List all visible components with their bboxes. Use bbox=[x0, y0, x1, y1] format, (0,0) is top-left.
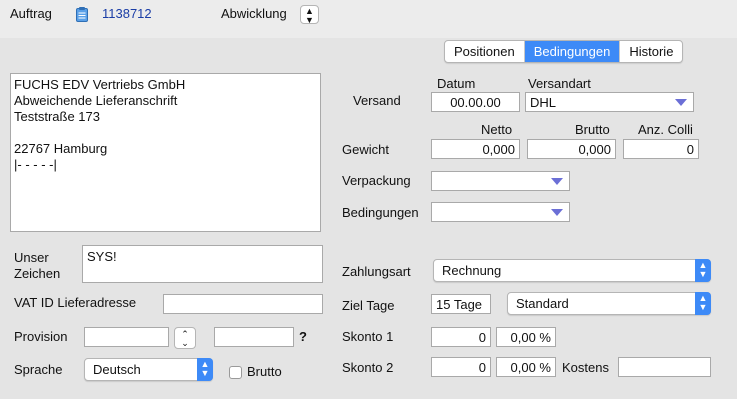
provision-help[interactable]: ? bbox=[299, 329, 307, 344]
address-line: Teststraße 173 bbox=[14, 109, 100, 124]
netto-header: Netto bbox=[481, 122, 513, 137]
unser-zeichen-field[interactable]: SYS! bbox=[82, 245, 323, 283]
datum-header: Datum bbox=[437, 76, 476, 91]
brutto-checkbox-label: Brutto bbox=[247, 364, 282, 379]
dropdown-arrow-icon bbox=[551, 178, 563, 185]
colli-header: Anz. Colli bbox=[638, 122, 693, 137]
dropdown-arrow-icon bbox=[675, 99, 687, 106]
tab-positionen[interactable]: Positionen bbox=[445, 41, 525, 62]
ziel-tage-field[interactable]: 15 Tage bbox=[431, 294, 491, 314]
vat-id-field[interactable] bbox=[163, 294, 323, 314]
verpackung-label: Verpackung bbox=[342, 173, 411, 188]
sprache-select[interactable]: Deutsch ▲ ▼ bbox=[84, 358, 213, 381]
colli-field[interactable]: 0 bbox=[623, 139, 699, 159]
address-line bbox=[14, 125, 317, 141]
verpackung-popup[interactable] bbox=[431, 171, 570, 191]
kostens-field[interactable] bbox=[618, 357, 711, 377]
provision-stepper[interactable]: ⌃ ⌄ bbox=[174, 327, 196, 349]
brutto-field[interactable]: 0,000 bbox=[527, 139, 616, 159]
skonto1-days-field[interactable]: 0 bbox=[431, 327, 491, 347]
address-line: 22767 Hamburg bbox=[14, 141, 108, 156]
versandart-header: Versandart bbox=[528, 76, 591, 91]
skonto2-label: Skonto 2 bbox=[342, 360, 394, 375]
skonto1-label: Skonto 1 bbox=[342, 329, 394, 344]
skonto2-pct-field[interactable]: 0,00 % bbox=[496, 357, 556, 377]
tab-bedingungen[interactable]: Bedingungen bbox=[524, 41, 621, 62]
delivery-address-textarea[interactable]: FUCHS EDV Vertriebs GmbH Abweichende Lie… bbox=[10, 73, 321, 232]
order-number[interactable]: 1138712 bbox=[102, 6, 152, 21]
clipboard-icon[interactable] bbox=[76, 7, 88, 22]
abwicklung-stepper[interactable]: ▲ ▼ bbox=[300, 5, 319, 25]
address-line: FUCHS EDV Vertriebs GmbH bbox=[14, 77, 186, 92]
provision-field[interactable] bbox=[84, 327, 169, 347]
bedingungen-popup[interactable] bbox=[431, 202, 570, 222]
versand-label: Versand bbox=[353, 93, 401, 108]
tab-historie[interactable]: Historie bbox=[620, 41, 682, 62]
zahlungsart-label: Zahlungsart bbox=[342, 264, 411, 279]
ziel-mode-select[interactable]: Standard ▲ ▼ bbox=[507, 292, 711, 315]
tab-bar: Positionen Bedingungen Historie bbox=[444, 40, 684, 63]
gewicht-label: Gewicht bbox=[342, 142, 389, 157]
vat-id-label: VAT ID Lieferadresse bbox=[14, 295, 137, 310]
ziel-tage-label: Ziel Tage bbox=[342, 298, 395, 313]
abwicklung-label: Abwicklung bbox=[221, 6, 287, 21]
chevron-down-icon: ⌄ bbox=[181, 338, 189, 348]
select-arrows-icon: ▲ ▼ bbox=[197, 358, 213, 381]
kostens-label: Kostens bbox=[562, 360, 609, 375]
skonto1-pct-field[interactable]: 0,00 % bbox=[496, 327, 556, 347]
dropdown-arrow-icon bbox=[551, 209, 563, 216]
datum-field[interactable]: 00.00.00 bbox=[431, 92, 520, 112]
zahlungsart-select[interactable]: Rechnung ▲ ▼ bbox=[433, 259, 711, 282]
skonto2-days-field[interactable]: 0 bbox=[431, 357, 491, 377]
zahlungsart-value: Rechnung bbox=[442, 263, 502, 278]
sprache-value: Deutsch bbox=[93, 362, 141, 377]
brutto-header: Brutto bbox=[575, 122, 610, 137]
select-arrows-icon: ▲ ▼ bbox=[695, 292, 711, 315]
versandart-value: DHL bbox=[530, 95, 557, 110]
auftrag-label: Auftrag bbox=[10, 6, 52, 21]
address-line: |- - - - -| bbox=[14, 157, 57, 172]
sprache-label: Sprache bbox=[14, 362, 63, 377]
ziel-mode-value: Standard bbox=[516, 296, 569, 311]
brutto-checkbox[interactable] bbox=[229, 366, 242, 379]
unser-zeichen-label-2: Zeichen bbox=[14, 266, 61, 281]
bedingungen-label: Bedingungen bbox=[342, 205, 419, 220]
chevron-down-icon: ▼ bbox=[305, 15, 314, 25]
address-line: Abweichende Lieferanschrift bbox=[14, 93, 178, 108]
unser-zeichen-label-1: Unser bbox=[14, 250, 49, 265]
versandart-popup[interactable]: DHL bbox=[525, 92, 694, 112]
select-arrows-icon: ▲ ▼ bbox=[695, 259, 711, 282]
provision-label: Provision bbox=[14, 329, 68, 344]
provision-rate-field[interactable] bbox=[214, 327, 294, 347]
netto-field[interactable]: 0,000 bbox=[431, 139, 520, 159]
